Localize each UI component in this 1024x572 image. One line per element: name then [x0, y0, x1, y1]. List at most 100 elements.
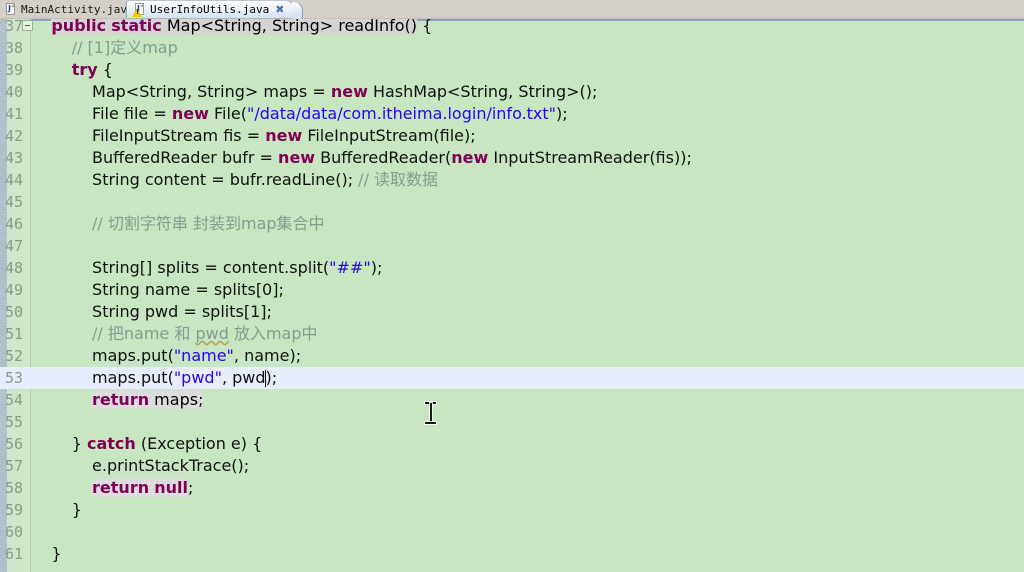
code-line[interactable]: 46 // 切割字符串 封装到map集合中: [0, 213, 1024, 235]
code-token: {: [97, 60, 113, 79]
code-token: Map<String, String> readInfo(): [166, 19, 418, 35]
code-line[interactable]: 59 }: [0, 499, 1024, 521]
line-number: 43: [4, 149, 23, 167]
line-number: 60: [4, 523, 23, 541]
code-token: static: [111, 19, 162, 35]
code-token: "/data/data/com.itheima.login/info.txt": [246, 104, 557, 123]
code-token: (Exception e) {: [135, 434, 263, 453]
code-line-text: String[] splits = content.split("##");: [31, 257, 382, 279]
line-number: 42: [4, 127, 23, 145]
code-token: FileInputStream(file);: [302, 126, 476, 145]
code-line-text: String content = bufr.readLine(); // 读取数…: [31, 169, 438, 191]
code-line[interactable]: 55: [0, 411, 1024, 433]
code-line[interactable]: 51 // 把name 和 pwd 放入map中: [0, 323, 1024, 345]
code-token: catch: [86, 434, 136, 453]
code-token: e.printStackTrace();: [31, 456, 250, 475]
code-line-text: maps.put("name", name);: [31, 345, 301, 367]
code-token: }: [31, 434, 87, 453]
line-number: 53: [4, 369, 23, 387]
code-token: new: [330, 82, 368, 101]
code-token: try: [71, 60, 98, 79]
code-line[interactable]: 40 Map<String, String> maps = new HashMa…: [0, 81, 1024, 103]
code-line-text: try {: [31, 59, 113, 81]
code-token: String name = splits[0];: [31, 280, 284, 299]
editor-window: J MainActivity.java J ! UserInfoUtils.ja…: [0, 0, 1024, 572]
java-file-warning-icon: J !: [132, 3, 146, 17]
java-file-icon: J: [4, 2, 17, 16]
code-line-text: String pwd = splits[1];: [31, 301, 272, 323]
line-number: 41: [4, 105, 23, 123]
code-token: InputStreamReader(fis));: [488, 148, 692, 167]
code-token: HashMap<String, String>();: [367, 82, 598, 101]
code-token: BufferedReader(: [315, 148, 452, 167]
code-token: pwd: [195, 324, 229, 343]
code-token: String pwd = splits[1];: [31, 302, 272, 321]
editor-tab-bar: J MainActivity.java J ! UserInfoUtils.ja…: [0, 0, 1024, 20]
code-line[interactable]: 43 BufferedReader bufr = new BufferedRea…: [0, 147, 1024, 169]
line-number: 61: [4, 545, 23, 563]
line-number: 50: [4, 303, 23, 321]
code-line-text: File file = new File("/data/data/com.ith…: [31, 103, 568, 125]
code-line[interactable]: 49 String name = splits[0];: [0, 279, 1024, 301]
code-token: );: [556, 104, 568, 123]
code-line[interactable]: 38 // [1]定义map: [0, 37, 1024, 59]
code-token: {: [417, 19, 433, 35]
text-caret: [265, 370, 266, 387]
code-token: maps;: [149, 390, 204, 409]
code-line[interactable]: 50 String pwd = splits[1];: [0, 301, 1024, 323]
code-token: String content = bufr.readLine();: [31, 170, 359, 189]
code-token: String[] splits = content.split(: [31, 258, 330, 277]
line-number: 48: [4, 259, 23, 277]
code-line-text: // 把name 和 pwd 放入map中: [31, 323, 317, 345]
code-token: return: [92, 478, 150, 497]
code-line[interactable]: 57 e.printStackTrace();: [0, 455, 1024, 477]
code-line[interactable]: 61 }: [0, 543, 1024, 565]
code-token: }: [31, 544, 62, 563]
code-line[interactable]: 60: [0, 521, 1024, 543]
line-number: 55: [4, 413, 23, 431]
code-line[interactable]: 54 return maps;: [0, 389, 1024, 411]
code-line[interactable]: 42 FileInputStream fis = new FileInputSt…: [0, 125, 1024, 147]
code-line-text: Map<String, String> maps = new HashMap<S…: [31, 81, 597, 103]
code-line-text: String name = splits[0];: [31, 279, 284, 301]
code-line-text: maps.put("pwd", pwd);: [31, 367, 277, 389]
line-number: 58: [4, 479, 23, 497]
code-line[interactable]: 47: [0, 235, 1024, 257]
code-editor[interactable]: 37 public static Map<String, String> rea…: [0, 19, 1024, 572]
code-line[interactable]: 41 File file = new File("/data/data/com.…: [0, 103, 1024, 125]
code-line[interactable]: 45: [0, 191, 1024, 213]
code-line[interactable]: 56 } catch (Exception e) {: [0, 433, 1024, 455]
close-icon[interactable]: ✖: [275, 4, 284, 15]
code-line-text: return null;: [31, 477, 193, 499]
code-token: ;: [187, 478, 194, 497]
code-line-text: FileInputStream fis = new FileInputStrea…: [31, 125, 476, 147]
code-line[interactable]: 58 return null;: [0, 477, 1024, 499]
code-token: // 把name 和: [92, 324, 196, 343]
code-line[interactable]: 53 maps.put("pwd", pwd);: [0, 367, 1024, 389]
line-number: 39: [4, 61, 23, 79]
code-line-text: } catch (Exception e) {: [31, 433, 263, 455]
code-token: return: [92, 390, 150, 409]
code-token: );: [370, 258, 383, 277]
code-token: "##": [329, 258, 371, 277]
code-token: new: [278, 148, 316, 167]
code-token: new: [265, 126, 303, 145]
line-number: 45: [4, 193, 23, 211]
code-lines[interactable]: 37 public static Map<String, String> rea…: [0, 19, 1024, 566]
line-number: 40: [4, 83, 23, 101]
tab-userinfoutils[interactable]: J ! UserInfoUtils.java ✖: [126, 0, 304, 20]
code-token: , pwd);: [221, 368, 278, 387]
code-line-text: e.printStackTrace();: [31, 455, 249, 477]
code-line[interactable]: 52 maps.put("name", name);: [0, 345, 1024, 367]
code-token: maps.put(: [31, 368, 174, 387]
code-line[interactable]: 44 String content = bufr.readLine(); // …: [0, 169, 1024, 191]
tab-mainactivity[interactable]: J MainActivity.java: [0, 0, 140, 18]
code-line[interactable]: 37 public static Map<String, String> rea…: [0, 19, 1024, 37]
tab-label: MainActivity.java: [21, 2, 134, 16]
code-line[interactable]: 48 String[] splits = content.split("##")…: [0, 257, 1024, 279]
code-line[interactable]: 39 try {: [0, 59, 1024, 81]
line-number: 47: [4, 237, 23, 255]
